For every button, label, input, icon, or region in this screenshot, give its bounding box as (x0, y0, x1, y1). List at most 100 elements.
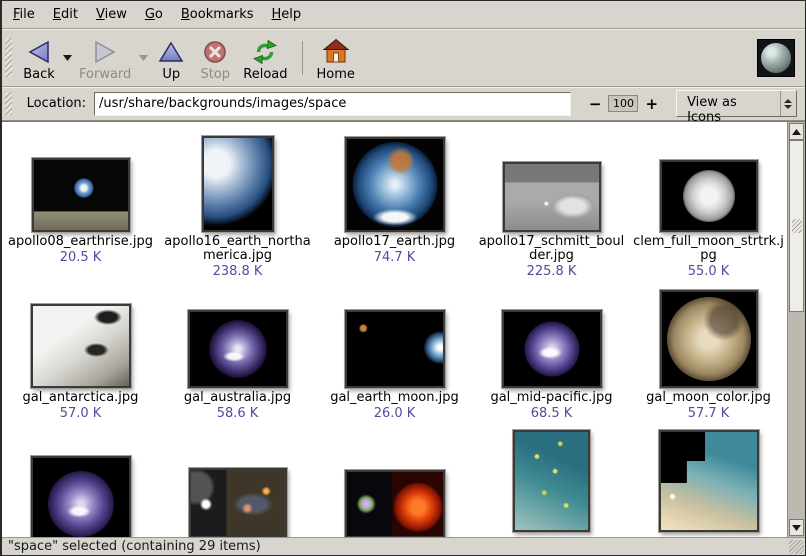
throbber (757, 39, 795, 77)
stop-label: Stop (201, 67, 231, 82)
file-thumbnail[interactable] (660, 290, 758, 388)
scroll-down-arrow-icon[interactable] (789, 519, 804, 536)
location-label: Location: (27, 96, 86, 111)
file-thumbnail[interactable] (31, 304, 131, 388)
file-size: 57.7 K (688, 406, 730, 421)
menu-go[interactable]: Go (136, 3, 172, 26)
file-size: 74.7 K (374, 250, 416, 265)
file-size: 68.5 K (531, 406, 573, 421)
reload-icon (251, 37, 279, 67)
file-thumbnail[interactable] (31, 456, 131, 537)
location-bar: Location: − 100 + View as Icons (2, 87, 805, 121)
home-label: Home (317, 67, 355, 82)
file-manager-window: File Edit View Go Bookmarks Help Back (0, 0, 806, 556)
menu-view[interactable]: View (87, 3, 136, 26)
scroll-up-arrow-icon[interactable] (789, 123, 804, 140)
locationbar-drag-handle[interactable] (5, 92, 12, 115)
toolbar-separator (302, 41, 303, 75)
menu-bookmarks[interactable]: Bookmarks (172, 3, 263, 26)
forward-button[interactable]: Forward (73, 32, 137, 84)
location-input[interactable] (94, 92, 571, 116)
zoom-out-button[interactable]: − (585, 95, 606, 113)
icon-view[interactable]: apollo08_earthrise.jpg 20.5 K apollo16_e… (2, 121, 805, 537)
file-item[interactable]: gal_mid-pacific.jpg 68.5 K (473, 288, 630, 430)
file-thumbnail[interactable] (345, 470, 445, 537)
view-mode-selector[interactable]: View as Icons (676, 90, 797, 117)
view-mode-dropdown-arrows-icon[interactable] (780, 91, 796, 116)
status-bar: "space" selected (containing 29 items) (2, 537, 805, 555)
status-message: "space" selected (containing 29 items) (8, 539, 261, 554)
file-item[interactable] (2, 430, 159, 537)
file-thumbnail[interactable] (189, 468, 287, 537)
toolbar-drag-handle[interactable] (5, 38, 12, 78)
scrollbar-thumb[interactable] (789, 140, 804, 312)
forward-icon (91, 37, 119, 67)
file-item[interactable]: gal_earth_moon.jpg 26.0 K (316, 288, 473, 430)
file-size: 238.8 K (213, 264, 263, 279)
file-thumbnail[interactable] (503, 162, 601, 232)
menu-help[interactable]: Help (263, 3, 311, 26)
toolbar: Back Forward (2, 29, 805, 87)
up-label: Up (162, 67, 180, 82)
up-button[interactable]: Up (149, 32, 193, 84)
file-item[interactable]: gal_antarctica.jpg 57.0 K (2, 288, 159, 430)
file-name: apollo17_earth.jpg (319, 235, 471, 249)
file-size: 225.8 K (527, 264, 577, 279)
file-item[interactable]: apollo08_earthrise.jpg 20.5 K (2, 128, 159, 288)
file-thumbnail[interactable] (345, 310, 445, 388)
file-size: 20.5 K (60, 250, 102, 265)
file-size: 55.0 K (688, 264, 730, 279)
file-thumbnail[interactable] (502, 310, 602, 388)
menu-bar: File Edit View Go Bookmarks Help (2, 1, 805, 29)
back-icon (25, 37, 53, 67)
file-thumbnail[interactable] (202, 136, 274, 232)
file-thumbnail[interactable] (660, 160, 758, 232)
file-size: 57.0 K (60, 406, 102, 421)
menu-edit[interactable]: Edit (44, 3, 87, 26)
back-label: Back (23, 67, 55, 82)
reload-button[interactable]: Reload (237, 32, 293, 84)
file-size: 58.6 K (217, 406, 259, 421)
back-button[interactable]: Back (17, 32, 61, 84)
menu-file[interactable]: File (4, 3, 44, 26)
file-thumbnail[interactable] (32, 158, 130, 232)
forward-label: Forward (79, 67, 131, 82)
view-mode-label: View as Icons (677, 91, 780, 116)
file-size: 26.0 K (374, 406, 416, 421)
scrollbar-grip-icon (792, 219, 802, 233)
file-item[interactable]: gal_australia.jpg 58.6 K (159, 288, 316, 430)
zoom-in-button[interactable]: + (641, 95, 662, 113)
file-name: clem_full_moon_strtrk.jpg (633, 235, 785, 263)
globe-throbber-icon (761, 43, 791, 73)
file-name: apollo08_earthrise.jpg (5, 235, 157, 249)
file-thumbnail[interactable] (513, 430, 590, 532)
home-icon (322, 37, 350, 67)
file-item[interactable]: gal_moon_color.jpg 57.7 K (630, 288, 787, 430)
stop-button[interactable]: Stop (193, 32, 237, 84)
file-name: gal_earth_moon.jpg (319, 391, 471, 405)
file-item[interactable] (473, 430, 630, 537)
file-thumbnail[interactable] (188, 310, 288, 388)
file-thumbnail[interactable] (659, 430, 759, 532)
file-item[interactable] (159, 430, 316, 537)
file-thumbnail[interactable] (345, 137, 445, 232)
window-resize-grip[interactable] (789, 540, 804, 554)
zoom-level-indicator[interactable]: 100 (608, 95, 638, 112)
file-item[interactable]: apollo17_earth.jpg 74.7 K (316, 128, 473, 288)
stop-icon (201, 37, 229, 67)
file-name: apollo17_schmitt_boulder.jpg (476, 235, 628, 263)
file-item[interactable]: apollo16_earth_northamerica.jpg 238.8 K (159, 128, 316, 288)
file-item[interactable] (316, 430, 473, 537)
file-item[interactable]: apollo17_schmitt_boulder.jpg 225.8 K (473, 128, 630, 288)
file-item[interactable] (630, 430, 787, 537)
vertical-scrollbar[interactable] (787, 122, 805, 537)
forward-dropdown-arrow-icon[interactable] (137, 32, 149, 84)
file-name: gal_moon_color.jpg (633, 391, 785, 405)
up-icon (157, 37, 185, 67)
home-button[interactable]: Home (311, 32, 361, 84)
reload-label: Reload (243, 67, 287, 82)
back-dropdown-arrow-icon[interactable] (61, 32, 73, 84)
file-name: gal_australia.jpg (162, 391, 314, 405)
file-item[interactable]: clem_full_moon_strtrk.jpg 55.0 K (630, 128, 787, 288)
file-name: apollo16_earth_northamerica.jpg (162, 235, 314, 263)
